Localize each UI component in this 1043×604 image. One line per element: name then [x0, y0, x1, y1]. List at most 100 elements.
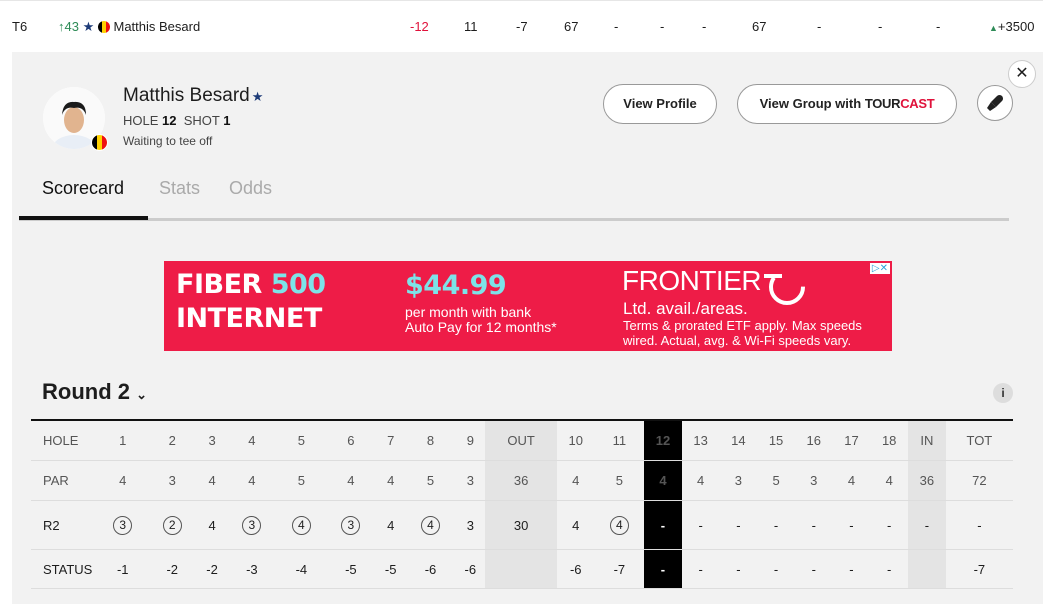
score-cell: 4: [347, 473, 355, 488]
score-cell: 5: [297, 433, 305, 448]
score-cell: [908, 549, 946, 589]
birdie-circle: 2: [162, 515, 182, 535]
col-b: -: [878, 19, 883, 34]
score-cell: 4: [595, 501, 645, 550]
view-profile-button[interactable]: View Profile: [603, 84, 717, 124]
score-cell: 3: [326, 501, 376, 550]
up-arrow-icon: ▲: [989, 23, 998, 33]
score-cell: -: [849, 517, 854, 533]
score-cell: 4: [248, 473, 256, 488]
player-detail-panel: ✕ Matthis Besard ★ HOLE 12 SHOT 1 Waiting…: [12, 52, 1043, 604]
score-cell: 2: [148, 501, 198, 550]
score-cell: 4: [406, 501, 456, 550]
tab-scorecard[interactable]: Scorecard: [18, 178, 149, 220]
microphone-icon[interactable]: [977, 85, 1013, 121]
tab-bar: Scorecard Stats Odds: [18, 178, 1009, 221]
score-cell: -: [698, 561, 703, 577]
score-cell: 4: [277, 501, 327, 550]
round-selector[interactable]: Round 2 ⌄: [42, 379, 147, 405]
birdie-circle: 3: [341, 515, 361, 535]
score-cell: 11: [612, 433, 627, 448]
score-cell: IN: [908, 420, 946, 461]
table-row: R2 3 2 4 3 4 3 4 4 3 30 4 4- - - - - - - - -: [31, 500, 1013, 550]
belgium-flag-icon: [91, 134, 108, 151]
round4: -: [702, 19, 707, 34]
player-name: Matthis Besard: [113, 19, 201, 34]
round1: 67: [564, 19, 579, 34]
position-movement: ↑43 ★ Matthis Besard: [58, 19, 201, 34]
birdie-circle: 3: [113, 515, 133, 535]
score-cell: -: [811, 561, 816, 577]
view-group-button[interactable]: View Group with TOURCAST: [737, 84, 957, 124]
score-cell: -: [849, 561, 854, 577]
score-cell: -: [644, 500, 682, 550]
score-cell: -: [698, 517, 703, 533]
score-cell: -1: [116, 561, 129, 577]
birdie-circle: 4: [291, 515, 311, 535]
position: T6: [12, 19, 28, 34]
leaderboard-row[interactable]: T6 ↑43 ★ Matthis Besard -12 11 -7 67 - -…: [0, 0, 1043, 51]
col-a: -: [817, 19, 822, 34]
today-score: -12: [410, 19, 429, 34]
score-cell: 5: [426, 473, 435, 488]
score-cell: 4: [248, 433, 256, 448]
score-cell: -: [773, 561, 779, 577]
info-icon[interactable]: i: [993, 383, 1013, 403]
score-cell: OUT: [485, 420, 557, 461]
score-cell: -: [887, 517, 892, 533]
score-cell: 9: [466, 433, 474, 448]
score-cell: 4: [885, 473, 893, 488]
score-cell: 4: [387, 517, 395, 533]
tab-stats[interactable]: Stats: [159, 178, 200, 199]
table-row: STATUS -1 -2 -2 -3 -4 -5 -5 -6 -6 -6 -7- - - - - - - -7: [31, 549, 1013, 589]
score-cell: 4: [697, 473, 705, 488]
score-cell: 4: [572, 517, 580, 533]
advertisement-banner[interactable]: FIBER 500 INTERNET $44.99 per month with…: [164, 261, 892, 351]
close-icon[interactable]: ✕: [1008, 60, 1036, 88]
score-cell: 1: [119, 433, 127, 448]
player-name-heading: Matthis Besard ★: [123, 85, 264, 106]
hole-shot-info: HOLE 12 SHOT 1: [123, 113, 231, 128]
round2: -: [614, 19, 619, 34]
ad-choices-icon[interactable]: ▷✕: [869, 263, 890, 274]
total-score: -7: [516, 19, 528, 34]
score-cell: 7: [387, 433, 395, 448]
score-cell: 4: [847, 473, 856, 488]
chevron-down-icon: ⌄: [136, 387, 148, 402]
birdie-circle: 3: [242, 515, 262, 535]
score-cell: 8: [426, 433, 435, 448]
score-cell: -5: [384, 561, 397, 577]
score-cell: -: [773, 517, 779, 533]
score-cell: 4: [387, 473, 395, 488]
birdie-circle: 4: [421, 515, 440, 535]
score-cell: 2: [168, 433, 176, 448]
score-cell: -: [908, 500, 946, 550]
score-cell: 4: [572, 473, 580, 488]
projected: ▲+3500: [989, 19, 1035, 34]
row-label: R2: [43, 517, 60, 533]
score-cell: -7: [973, 561, 986, 577]
score-cell: 6: [347, 433, 355, 448]
birdie-circle: 4: [609, 515, 629, 535]
tab-odds[interactable]: Odds: [229, 178, 272, 199]
score-cell: 3: [98, 501, 148, 550]
score-cell: -: [736, 561, 741, 577]
score-cell: 4: [208, 517, 216, 533]
score-cell: 30: [485, 500, 557, 550]
score-cell: 12: [644, 420, 682, 461]
strokes: 67: [752, 19, 767, 34]
avatar: [43, 87, 108, 151]
score-cell: 10: [568, 433, 583, 448]
score-cell: 36: [908, 460, 946, 501]
row-label: HOLE: [43, 433, 79, 448]
score-cell: [485, 549, 557, 589]
scorecard-table: HOLE 1 2 3 4 5 6 7 8 9 OUT 10 11 12 13 14 15 16 17 18 IN TOT …: [31, 419, 1013, 589]
score-cell: 3: [208, 433, 216, 448]
thru: 11: [464, 19, 478, 34]
score-cell: 4: [208, 473, 216, 488]
score-cell: 3: [734, 473, 742, 488]
score-cell: -: [887, 561, 892, 577]
score-cell: 3: [810, 473, 818, 488]
score-cell: 36: [485, 460, 557, 501]
round3: -: [660, 19, 665, 34]
